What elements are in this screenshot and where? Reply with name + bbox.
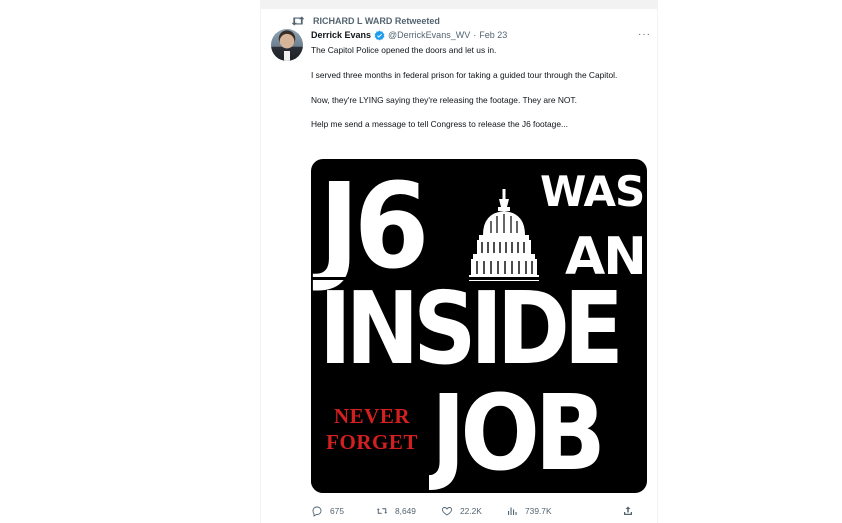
retweet-context[interactable]: RICHARD L WARD Retweeted — [291, 14, 440, 28]
tweet-card[interactable]: RICHARD L WARD Retweeted Derrick Evans @… — [260, 9, 658, 523]
verified-badge-icon — [374, 30, 385, 40]
separator-dot: · — [473, 30, 477, 40]
reply-button[interactable]: 675 — [311, 505, 376, 517]
avatar[interactable] — [271, 29, 303, 61]
tweet-paragraph: Help me send a message to tell Congress … — [311, 119, 568, 130]
heart-icon — [441, 507, 453, 516]
views-button[interactable]: 739.7K — [506, 505, 571, 517]
top-strip — [260, 0, 658, 9]
like-count: 22.2K — [460, 506, 482, 516]
like-button[interactable]: 22.2K — [441, 505, 506, 517]
retweet-count: 8,649 — [395, 506, 416, 516]
retweet-icon — [291, 16, 305, 26]
reply-count: 675 — [330, 506, 344, 516]
left-gutter — [0, 0, 260, 523]
share-icon — [624, 506, 632, 515]
tweet-date[interactable]: Feb 23 — [479, 30, 507, 40]
never-text: NEVER — [333, 404, 410, 428]
tweet-paragraph: Now, they're LYING saying they're releas… — [311, 94, 577, 105]
image-text-job: JOB — [431, 372, 606, 493]
stencil-gap — [311, 277, 647, 280]
views-icon — [508, 507, 517, 515]
tweet-text: The Capitol Police opened the doors and … — [311, 44, 651, 143]
more-options-icon[interactable]: ··· — [638, 29, 651, 40]
share-button[interactable] — [622, 505, 641, 517]
image-text-j6: J6 — [319, 159, 429, 295]
retweet-button[interactable]: 8,649 — [376, 505, 441, 517]
image-text-was: WAS — [540, 167, 645, 216]
author-handle[interactable]: @DerrickEvans_WV — [388, 30, 470, 40]
retweet-icon — [376, 508, 388, 514]
views-count: 739.7K — [525, 506, 552, 516]
author-name[interactable]: Derrick Evans — [311, 30, 371, 40]
tweet-header: Derrick Evans @DerrickEvans_WV · Feb 23 — [311, 28, 507, 42]
forget-text: FORGET — [326, 430, 418, 454]
tweet-paragraph: I served three months in federal prison … — [311, 69, 618, 80]
right-gutter — [658, 0, 842, 523]
image-text-inside: INSIDE — [319, 270, 624, 387]
retweet-label: RICHARD L WARD Retweeted — [313, 16, 440, 26]
never-forget-box: NEVER FORGET — [311, 381, 429, 493]
tweet-paragraph: The Capitol Police opened the doors and … — [311, 45, 497, 55]
tweet-actions: 675 8,649 22.2K 739.7K — [311, 503, 641, 519]
reply-icon — [312, 506, 322, 517]
tweet-image[interactable]: J6 WAS AN INSIDE JOB NEVER FORGET — [311, 159, 647, 493]
never-forget-text: NEVER FORGET — [317, 403, 427, 455]
